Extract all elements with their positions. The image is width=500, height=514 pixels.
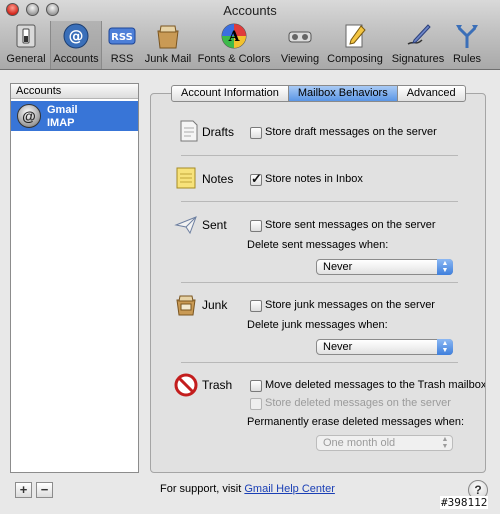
support-prefix: For support, visit — [160, 483, 242, 495]
erase-deleted-value: One month old — [323, 437, 396, 449]
store-junk-checkbox[interactable] — [250, 300, 262, 312]
support-text: For support, visit Gmail Help Center — [160, 483, 335, 495]
notes-title: Notes — [202, 172, 234, 186]
viewing-icon — [288, 31, 312, 43]
toolbar-signatures[interactable]: Signatures — [388, 21, 448, 69]
section-divider — [181, 282, 458, 283]
toolbar-viewing-label: Viewing — [280, 53, 320, 65]
tab-account-information[interactable]: Account Information — [172, 86, 289, 101]
rss-icon: RSS — [108, 27, 136, 45]
delete-junk-value: Never — [323, 341, 353, 353]
toolbar-viewing[interactable]: Viewing — [278, 21, 322, 69]
toolbar-accounts[interactable]: @ Accounts — [50, 21, 102, 69]
at-sign-icon: @ — [17, 104, 41, 128]
toolbar-signatures-label: Signatures — [391, 53, 445, 65]
sent-title: Sent — [202, 218, 227, 232]
preferences-tabs: Account Information Mailbox Behaviors Ad… — [171, 85, 466, 102]
notes-icon — [176, 167, 196, 189]
drafts-icon — [180, 120, 198, 142]
section-divider — [181, 201, 458, 202]
store-deleted-label: Store deleted messages on the server — [265, 397, 451, 409]
move-to-trash-checkbox[interactable] — [250, 380, 262, 392]
window-title: Accounts — [223, 3, 277, 18]
accounts-list-header: Accounts — [11, 84, 138, 99]
toolbar-rss-label: RSS — [110, 53, 134, 65]
account-name: Gmail — [47, 104, 78, 116]
add-account-button[interactable]: + — [15, 482, 32, 498]
toolbar-rules[interactable]: Rules — [452, 21, 482, 69]
store-notes-label: Store notes in Inbox — [265, 173, 363, 185]
section-divider — [181, 155, 458, 156]
account-type: IMAP — [47, 117, 75, 129]
drafts-title: Drafts — [202, 125, 235, 139]
popup-arrows-icon: ▲ ▼ — [437, 259, 453, 275]
delete-junk-popup[interactable]: Never ▲ ▼ — [316, 339, 453, 355]
signatures-icon — [407, 24, 431, 45]
store-deleted-checkbox — [250, 398, 262, 410]
remove-account-button[interactable]: − — [36, 482, 53, 498]
toolbar-junk-mail-label: Junk Mail — [144, 53, 192, 65]
tab-advanced[interactable]: Advanced — [398, 86, 465, 101]
tab-mailbox-behaviors[interactable]: Mailbox Behaviors — [288, 86, 398, 101]
svg-text:RSS: RSS — [111, 32, 133, 43]
watermark: #398112 — [440, 496, 489, 509]
account-row-gmail[interactable]: @ Gmail IMAP — [11, 101, 138, 131]
store-notes-checkbox[interactable] — [250, 171, 262, 187]
section-divider — [181, 362, 458, 363]
gmail-help-center-link[interactable]: Gmail Help Center — [244, 483, 334, 495]
window-toolbar: Accounts General @ Accounts RSS RSS Junk… — [0, 0, 500, 70]
toolbar-junk-mail[interactable]: Junk Mail — [142, 21, 194, 69]
popup-arrows-icon: ▲ ▼ — [441, 436, 449, 450]
toolbar-general-label: General — [6, 53, 46, 65]
accounts-list[interactable]: Accounts @ Gmail IMAP — [10, 83, 139, 473]
store-junk-label: Store junk messages on the server — [265, 299, 435, 311]
erase-deleted-label: Permanently erase deleted messages when: — [247, 416, 465, 428]
trash-title: Trash — [202, 378, 233, 392]
svg-text:A: A — [228, 29, 241, 45]
at-sign-icon: @ — [63, 23, 89, 49]
store-sent-checkbox[interactable] — [250, 220, 262, 232]
toolbar-accounts-label: Accounts — [53, 53, 99, 65]
store-sent-label: Store sent messages on the server — [265, 219, 436, 231]
popup-arrows-icon: ▲ ▼ — [437, 339, 453, 355]
store-drafts-label: Store draft messages on the server — [265, 126, 437, 138]
erase-deleted-popup: One month old ▲ ▼ — [316, 435, 453, 451]
toolbar-composing[interactable]: Composing — [326, 21, 384, 69]
store-drafts-checkbox[interactable] — [250, 127, 262, 139]
composing-icon — [345, 24, 366, 48]
delete-sent-label: Delete sent messages when: — [247, 239, 389, 251]
toolbar-fonts-colors-label: Fonts & Colors — [197, 53, 271, 65]
toolbar-general[interactable]: General — [6, 21, 46, 69]
delete-sent-value: Never — [323, 261, 353, 273]
junk-title: Junk — [202, 298, 228, 312]
sent-paper-plane-icon — [174, 216, 197, 235]
move-to-trash-label: Move deleted messages to the Trash mailb… — [265, 379, 485, 391]
junk-bag-icon — [176, 295, 196, 316]
toolbar-fonts-colors[interactable]: A Fonts & Colors — [196, 21, 272, 69]
toolbar-composing-label: Composing — [327, 53, 383, 65]
toolbar-rules-label: Rules — [452, 53, 482, 65]
fonts-colors-icon: A — [221, 23, 247, 49]
delete-sent-popup[interactable]: Never ▲ ▼ — [316, 259, 453, 275]
rules-icon — [456, 25, 478, 48]
delete-junk-label: Delete junk messages when: — [247, 319, 388, 331]
general-switch-icon — [16, 24, 36, 48]
svg-text:@: @ — [69, 27, 84, 45]
junk-mail-icon — [157, 25, 179, 49]
trash-no-entry-icon — [174, 373, 198, 397]
toolbar-rss[interactable]: RSS RSS — [104, 21, 140, 69]
